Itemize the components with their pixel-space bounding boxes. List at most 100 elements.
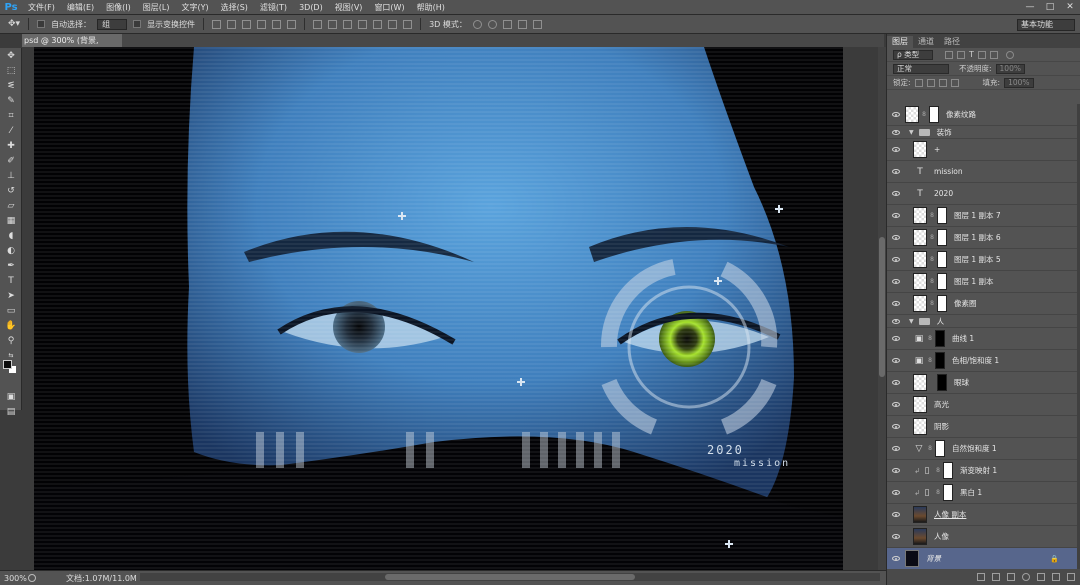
crop-tool-icon[interactable]: ⌗ [0,108,22,123]
menu-item[interactable]: 3D(D) [293,0,329,15]
move-tool-icon[interactable]: ✥ [0,48,22,63]
lock-transparent-icon[interactable] [914,78,923,87]
layer-row[interactable]: 8 图层 1 副本 6 [887,227,1077,249]
horizontal-scrollbar[interactable] [140,573,880,581]
lock-position-icon[interactable] [938,78,947,87]
eye-icon[interactable] [892,490,900,495]
layer-row[interactable]: 高光 [887,394,1077,416]
healing-brush-tool-icon[interactable]: ✚ [0,138,22,153]
lasso-tool-icon[interactable]: ᓬ [0,78,22,93]
minimize-button[interactable]: — [1020,0,1040,15]
maximize-button[interactable]: □ [1040,0,1060,15]
status-icon[interactable] [28,574,36,582]
layer-row[interactable]: Tmission [887,161,1077,183]
eye-icon[interactable] [892,556,900,561]
auto-select-dropdown[interactable]: 组 [97,18,128,30]
3d-roll-icon[interactable] [487,19,497,29]
hand-tool-icon[interactable]: ✋ [0,318,22,333]
eye-icon[interactable] [892,468,900,473]
tab-paths[interactable]: 路径 [939,36,965,48]
close-button[interactable]: ✕ [1060,0,1080,15]
layer-row[interactable]: ↲ ▯ 8 渐变映射 1 [887,460,1077,482]
3d-scale-icon[interactable] [532,19,542,29]
history-brush-tool-icon[interactable]: ↺ [0,183,22,198]
new-adjustment-icon[interactable] [1022,573,1030,581]
menu-item[interactable]: 视图(V) [329,0,369,15]
quick-mask-icon[interactable]: ▣ [0,389,22,404]
menu-item[interactable]: 文件(F) [22,0,61,15]
type-tool-icon[interactable]: T [0,273,22,288]
new-layer-icon[interactable] [1052,573,1060,581]
layer-row[interactable]: 人像 副本 [887,504,1077,526]
brush-tool-icon[interactable]: ✐ [0,153,22,168]
foreground-color-swatch[interactable] [3,360,12,369]
layer-row[interactable]: ▽ 8 自然饱和度 1 [887,438,1077,460]
filter-kind-dropdown[interactable]: ρ 类型 [893,49,933,60]
opacity-input[interactable]: 100% [995,63,1025,74]
menu-item[interactable]: 图层(L) [137,0,176,15]
3d-rotate-icon[interactable] [472,19,482,29]
vertical-scrollbar[interactable] [878,47,886,570]
filter-shape-icon[interactable] [977,50,986,59]
eye-icon[interactable] [892,169,900,174]
eye-icon[interactable] [892,147,900,152]
eye-icon[interactable] [892,402,900,407]
eye-icon[interactable] [892,424,900,429]
blend-mode-dropdown[interactable]: 正常 [893,63,949,74]
menu-item[interactable]: 图像(I) [100,0,137,15]
distribute-hcenter-icon[interactable] [373,19,383,29]
tab-channels[interactable]: 通道 [913,36,939,48]
eraser-tool-icon[interactable]: ▱ [0,198,22,213]
filter-type-icon[interactable]: T [969,50,974,59]
layer-row[interactable]: 人像 [887,526,1077,548]
screen-mode-icon[interactable]: ▤ [0,404,22,419]
layer-row[interactable]: ▣ 8 色相/饱和度 1 [887,350,1077,372]
path-select-tool-icon[interactable]: ➤ [0,288,22,303]
layer-row[interactable]: 8 像素圈 [887,293,1077,315]
blur-tool-icon[interactable]: ◖ [0,228,22,243]
layer-row[interactable]: 8 图层 1 副本 7 [887,205,1077,227]
workspace-dropdown[interactable]: 基本功能 [1017,19,1075,31]
eye-icon[interactable] [892,279,900,284]
link-layers-icon[interactable] [977,573,985,581]
layer-row[interactable]: 8 图层 1 副本 5 [887,249,1077,271]
layer-row[interactable]: 背景 🔒 [887,548,1077,570]
layer-style-icon[interactable] [992,573,1000,581]
new-group-icon[interactable] [1037,573,1045,581]
eye-icon[interactable] [892,336,900,341]
filter-smart-icon[interactable] [989,50,998,59]
distribute-left-icon[interactable] [358,19,368,29]
disclosure-triangle-icon[interactable]: ▼ [909,318,914,325]
menu-item[interactable]: 编辑(E) [61,0,100,15]
vertical-scroll-thumb[interactable] [879,237,885,377]
menu-item[interactable]: 选择(S) [215,0,254,15]
layer-group-row[interactable]: ▼ 装饰 [887,126,1077,139]
tab-layers[interactable]: 图层 [887,36,913,48]
eye-icon[interactable] [892,257,900,262]
distribute-top-icon[interactable] [313,19,323,29]
move-tool-icon[interactable]: ✥▾ [8,19,20,29]
horizontal-scroll-thumb[interactable] [385,574,635,580]
distribute-right-icon[interactable] [388,19,398,29]
eye-icon[interactable] [892,318,900,324]
add-mask-icon[interactable] [1007,573,1015,581]
eyedropper-tool-icon[interactable]: ⁄ [0,123,22,138]
menu-item[interactable]: 文字(Y) [175,0,214,15]
eye-icon[interactable] [892,213,900,218]
layer-row[interactable]: T 2020 [887,183,1077,205]
auto-align-icon[interactable] [403,19,413,29]
3d-slide-icon[interactable] [517,19,527,29]
menu-item[interactable]: 帮助(H) [411,0,451,15]
align-bottom-icon[interactable] [242,19,252,29]
lock-all-icon[interactable] [950,78,959,87]
menu-item[interactable]: 滤镜(T) [254,0,293,15]
marquee-tool-icon[interactable]: ⬚ [0,63,22,78]
eye-icon[interactable] [892,512,900,517]
show-transform-checkbox[interactable] [133,20,142,28]
zoom-tool-icon[interactable]: ⚲ [0,333,22,348]
filter-adjustment-icon[interactable] [957,50,965,59]
3d-pan-icon[interactable] [502,19,512,29]
align-hcenter-icon[interactable] [272,19,282,29]
lock-pixels-icon[interactable] [926,78,935,87]
layer-row[interactable]: 阴影 [887,416,1077,438]
